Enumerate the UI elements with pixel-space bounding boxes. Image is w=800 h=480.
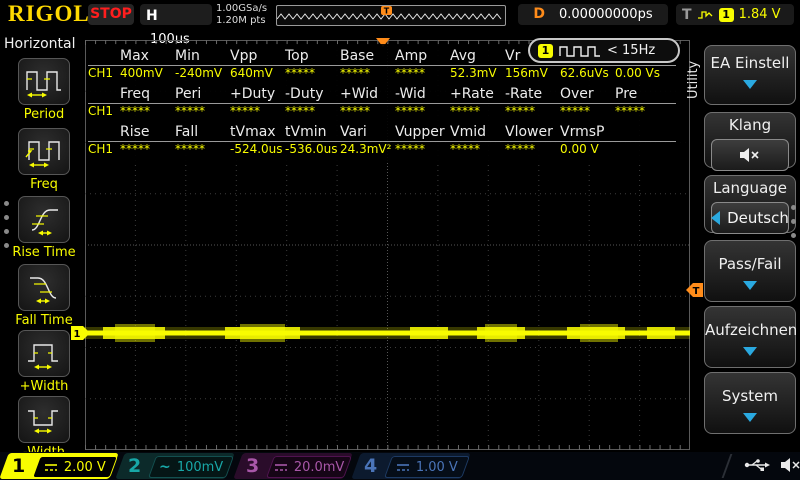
menu-item-fall-time[interactable]: Fall Time: [0, 264, 88, 328]
menu-item-io-setup[interactable]: EA Einstell: [704, 45, 796, 105]
chevron-down-icon: [743, 281, 757, 290]
usb-icon: [744, 459, 770, 471]
channel-scale: 1.00 V: [416, 459, 458, 475]
channel-bar: 1 2.00 V 2 ~ 100mV 3 20.0mV 4 1.00 V: [0, 452, 800, 480]
period-icon: [26, 70, 61, 97]
trigger-delay[interactable]: D 0.00000000ps: [518, 4, 668, 25]
freq-icon: [25, 140, 60, 167]
svg-text:T: T: [384, 7, 390, 16]
channel-scale: 20.0mV: [293, 459, 345, 475]
rise-time-icon: [31, 208, 58, 235]
ch1-waveform: [85, 324, 690, 342]
d-label: D: [533, 6, 545, 22]
menu-item-freq[interactable]: Freq: [0, 128, 88, 192]
channel-1-tab[interactable]: 1 2.00 V: [0, 453, 119, 479]
t-label: T: [682, 6, 692, 23]
trigger-status[interactable]: T 1 1.84 V: [676, 4, 794, 25]
menu-item-sound[interactable]: Klang: [704, 112, 796, 171]
menu-item-neg-width[interactable]: -Width: [0, 396, 88, 460]
measure-category-title: Horizontal: [4, 36, 76, 52]
waveform-preview[interactable]: T: [276, 5, 506, 26]
fall-time-icon: [30, 276, 57, 303]
channel-3-tab[interactable]: 3 20.0mV: [233, 453, 353, 479]
measure-value-row: CH1 ***** ***** ***** ***** ***** ***** ***** **…: [88, 104, 645, 118]
trigger-slope-icon: [697, 10, 713, 19]
menu-item-pass-fail[interactable]: Pass/Fail: [704, 240, 796, 302]
measure-value-row: CH1 400mV -240mV 640mV ***** ***** ***** 52.3mV…: [88, 66, 660, 80]
dc-coupling-icon: [274, 464, 287, 471]
trigger-level-value: 1.84 V: [738, 7, 781, 22]
channel-scale: 2.00 V: [64, 459, 106, 475]
status-bar: RIGOL STOP H 100us 1.00GSa/s 1.20M pts T…: [0, 0, 800, 47]
utility-tab: Utility: [686, 60, 701, 100]
memory-depth: 1.20M pts: [216, 15, 266, 26]
menu-item-system[interactable]: System: [704, 372, 796, 434]
preview-waveform-icon: T: [276, 6, 502, 20]
bottom-bar-divider: [721, 454, 733, 478]
pulse-train-icon: [559, 45, 600, 57]
left-menu-page-dots: [4, 192, 12, 257]
ac-coupling-icon: ~: [158, 459, 171, 475]
channel-number: 1: [12, 455, 26, 477]
channel-4-tab[interactable]: 4 1.00 V: [351, 453, 471, 479]
minus-width-icon: [28, 409, 58, 433]
measure-header-row: Rise Fall tVmax tVmin Vari Vupper Vmid Vlower Vr…: [88, 124, 676, 142]
language-value: Deutsch: [727, 209, 789, 227]
menu-item-period[interactable]: Period: [0, 58, 88, 122]
chevron-down-icon: [743, 80, 757, 89]
measure-header-row: Freq Peri +Duty -Duty +Wid -Wid +Rate -Rate Over…: [88, 86, 676, 104]
run-state-badge[interactable]: STOP: [88, 4, 134, 25]
menu-item-rise-time[interactable]: Rise Time: [0, 196, 88, 260]
channel-scale: 100mV: [176, 459, 224, 475]
h-label: H: [146, 8, 158, 24]
svg-text:1: 1: [74, 329, 81, 340]
plus-width-icon: [28, 343, 58, 369]
left-measure-menu: Horizontal Period Freq Rise Time Fall Ti…: [0, 30, 88, 460]
dc-coupling-icon: [397, 464, 409, 471]
menu-item-record[interactable]: Aufzeichnen: [704, 306, 797, 368]
channel-number: 3: [246, 455, 260, 477]
speaker-muted-icon: [781, 458, 800, 472]
menu-item-language[interactable]: Language Deutsch: [704, 175, 796, 234]
trigger-freq-value: < 15Hz: [607, 43, 656, 58]
speaker-muted-icon: [740, 148, 759, 162]
oscilloscope-screen: RIGOL STOP H 100us 1.00GSa/s 1.20M pts T…: [0, 0, 800, 480]
trigger-source-badge: 1: [718, 7, 734, 22]
channel-number: 4: [364, 455, 378, 477]
measure-value-row: CH1 ***** ***** -524.0us -536.0us 24.3mV² ****…: [88, 142, 599, 156]
chevron-down-icon: [743, 413, 757, 422]
acquisition-info: 1.00GSa/s 1.20M pts: [216, 3, 267, 27]
chevron-down-icon: [743, 347, 757, 356]
chevron-left-icon: [711, 211, 721, 225]
right-menu-page-dots: [791, 196, 799, 247]
sample-rate: 1.00GSa/s: [216, 3, 268, 14]
dc-coupling-icon: [45, 464, 57, 471]
trigger-freq-popup: 1 < 15Hz: [528, 38, 680, 63]
channel-2-tab[interactable]: 2 ~ 100mV: [115, 453, 235, 479]
delay-value: 0.00000000ps: [559, 7, 653, 22]
horizontal-timebase[interactable]: H 100us: [140, 4, 212, 47]
rigol-logo: RIGOL: [8, 1, 90, 26]
channel-number: 2: [128, 455, 142, 477]
popup-source-badge: 1: [538, 43, 553, 58]
trigger-level-marker: T: [686, 283, 703, 297]
svg-text:T: T: [693, 286, 700, 297]
